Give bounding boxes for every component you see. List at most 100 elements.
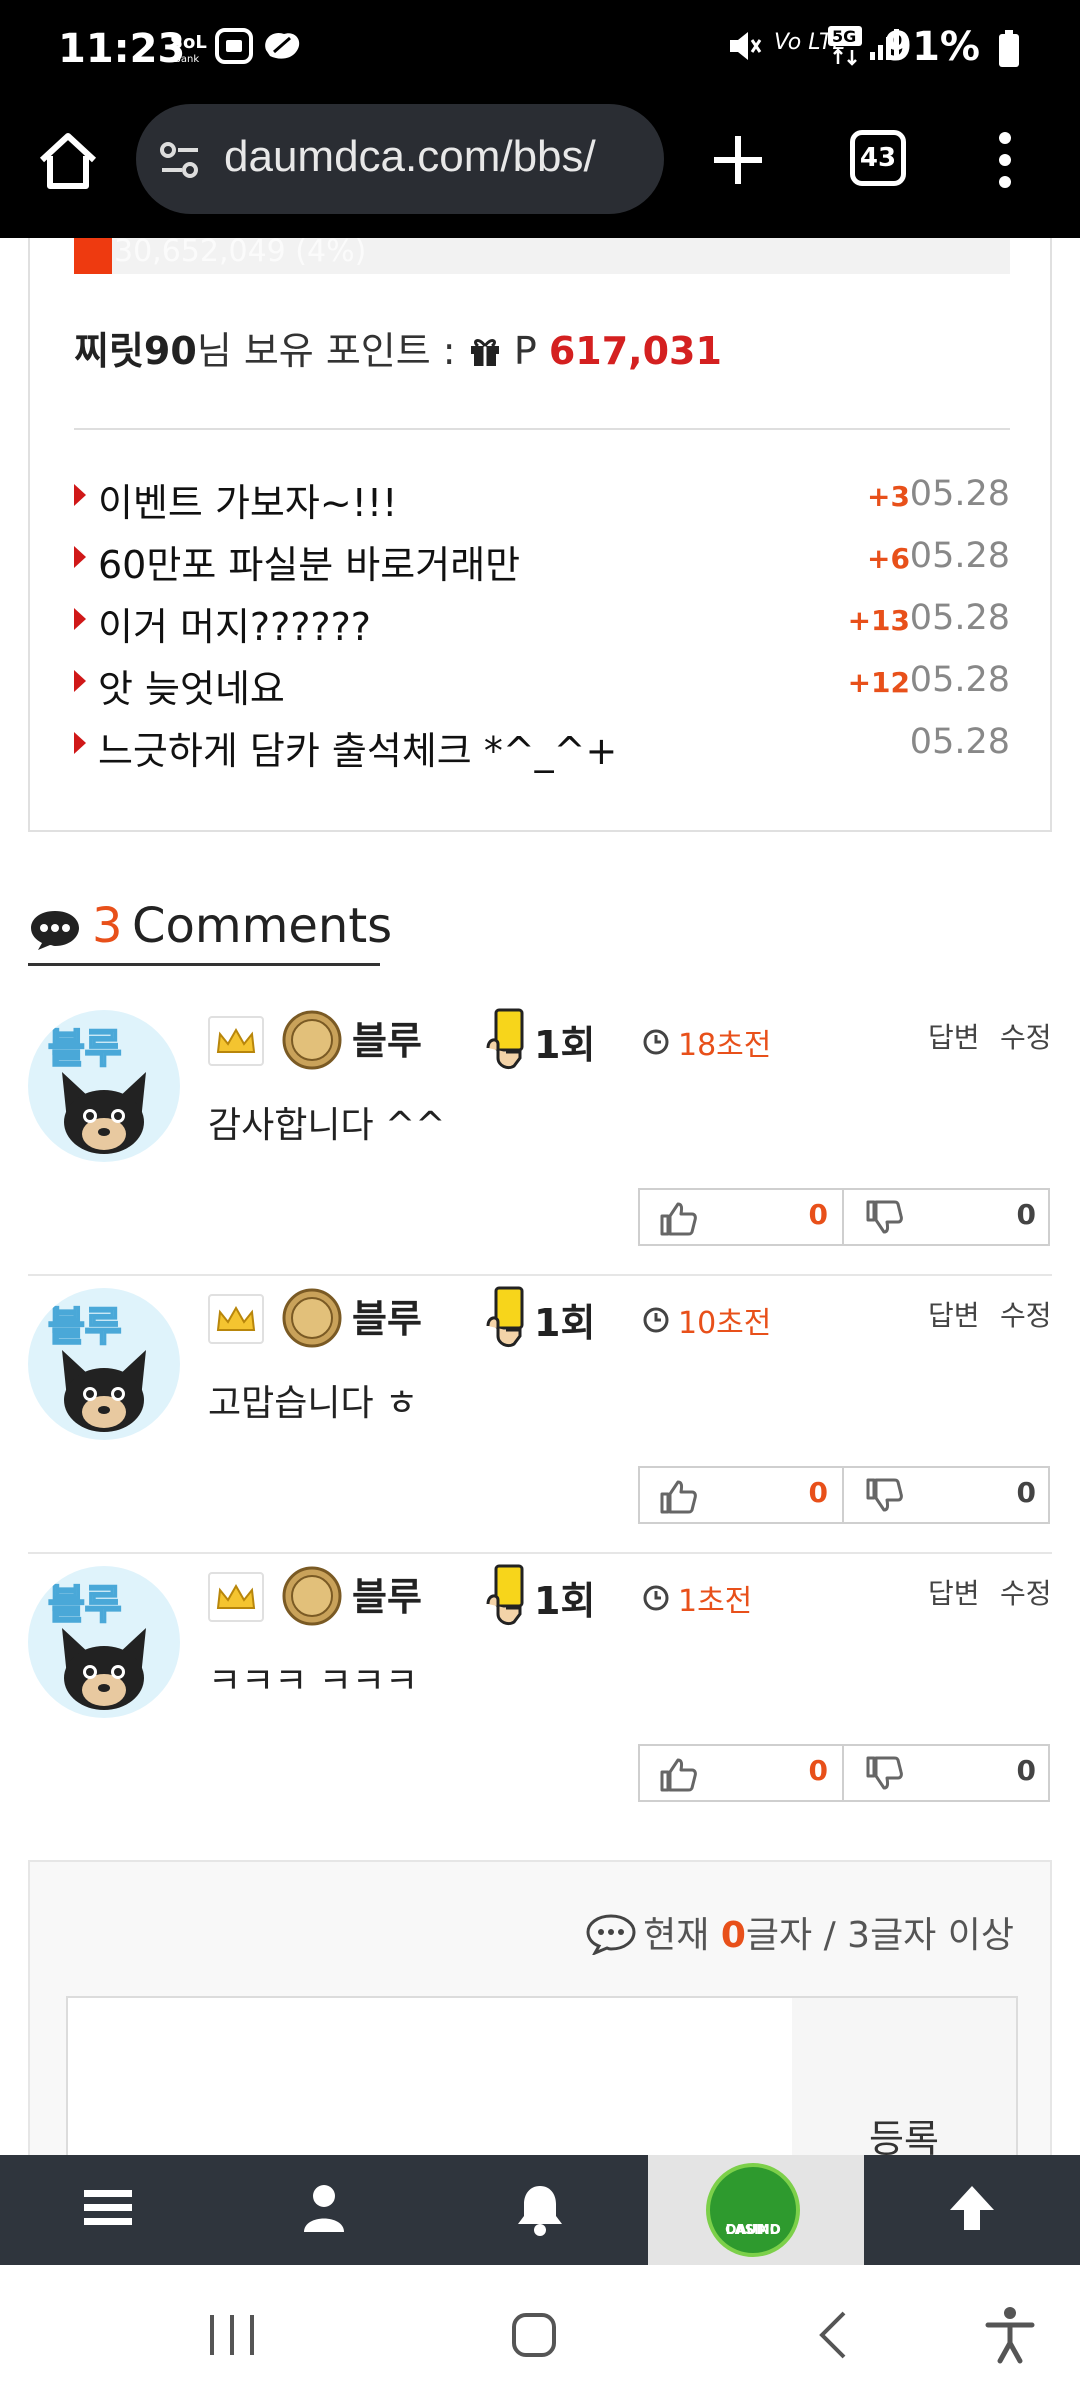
thumbs-down-icon	[866, 1200, 903, 1234]
bell-icon	[518, 2186, 562, 2236]
logo-text: DAUMD CASINO	[710, 2195, 796, 2238]
level-progress-fill	[74, 238, 112, 274]
clock-icon	[643, 1307, 669, 1333]
profile-button[interactable]	[216, 2155, 432, 2265]
speech-bubble-icon	[585, 1913, 637, 1964]
upvote-button[interactable]: 0	[640, 1190, 844, 1244]
system-navigation-bar	[0, 2265, 1080, 2400]
comment-time: 10초전	[678, 1306, 772, 1341]
recent-post-item[interactable]: 이벤트 가보자~!!! +3 05.28	[74, 468, 1010, 527]
char-counter: 현재 0글자 / 3글자 이상	[585, 1906, 1014, 1964]
vote-box: 0 0	[638, 1466, 1050, 1524]
edit-link[interactable]: 수정	[1000, 1572, 1052, 1612]
avatar[interactable]: 블루	[28, 1288, 180, 1440]
recent-post-item[interactable]: 60만포 파실분 바로거래만 +6 05.28	[74, 530, 1010, 589]
recent-post-date: 05.28	[909, 660, 1010, 700]
downvote-button[interactable]: 0	[846, 1468, 1050, 1522]
more-menu-button[interactable]	[990, 126, 1020, 196]
thumbs-up-icon	[660, 1202, 697, 1236]
clock-icon	[643, 1029, 669, 1055]
comment-username[interactable]: 블루	[352, 1566, 422, 1621]
reply-link[interactable]: 답변	[928, 1294, 980, 1334]
yellow-card-icon	[486, 1286, 524, 1348]
avatar[interactable]: 블루	[28, 1566, 180, 1718]
points-username: 찌릿90	[74, 329, 197, 373]
gift-icon	[468, 333, 502, 377]
comment-textarea[interactable]	[66, 1996, 794, 2155]
reply-link[interactable]: 답변	[928, 1572, 980, 1612]
chat-app-icon	[260, 26, 304, 72]
tab-switcher-button[interactable]: 43	[850, 130, 906, 186]
comment-time: 1초전	[678, 1584, 753, 1619]
home-square-icon	[512, 2313, 556, 2357]
svg-text:블루: 블루	[48, 1582, 122, 1628]
comment-username[interactable]: 블루	[352, 1288, 422, 1343]
dot-icon	[999, 154, 1011, 166]
points-suffix: 님 보유 포인트 :	[196, 329, 456, 373]
crown-icon	[216, 1027, 256, 1053]
warning-count: 1회	[534, 1023, 596, 1067]
recent-apps-button[interactable]	[192, 2295, 272, 2375]
recent-post-comment-count: +13	[847, 604, 910, 637]
site-settings-icon[interactable]	[158, 138, 202, 182]
system-back-button[interactable]	[796, 2295, 876, 2375]
comment-body: ㅋㅋㅋ ㅋㅋㅋ	[208, 1661, 419, 1702]
accessibility-button[interactable]	[970, 2295, 1050, 2375]
recent-post-title[interactable]: 이벤트 가보자~!!!	[98, 472, 397, 527]
upvote-button[interactable]: 0	[640, 1468, 844, 1522]
yellow-card-icon	[486, 1008, 524, 1070]
recent-post-title[interactable]: 앗 늦엇네요	[98, 658, 285, 713]
level-progress-text: 30,652,049 (4%)	[114, 238, 367, 269]
hamburger-icon	[84, 2190, 132, 2225]
notifications-button[interactable]	[432, 2155, 648, 2265]
comment-body: 고맙습니다 ㅎ	[208, 1383, 419, 1424]
casino-logo-button[interactable]: DAUMD CASINO	[648, 2155, 864, 2265]
level-badge	[208, 1294, 264, 1344]
recent-post-item[interactable]: 느긋하게 담카 출석체크 *^_^+ 05.28	[74, 716, 1010, 775]
recent-post-title[interactable]: 60만포 파실분 바로거래만	[98, 534, 520, 589]
new-tab-button[interactable]	[700, 122, 776, 198]
downvote-count: 0	[1016, 1754, 1036, 1787]
warning-count: 1회	[534, 1301, 596, 1345]
comment-write-box: 현재 0글자 / 3글자 이상 등록	[28, 1860, 1052, 2155]
bullet-triangle-icon	[74, 484, 86, 506]
system-home-button[interactable]	[494, 2295, 574, 2375]
reply-link[interactable]: 답변	[928, 1016, 980, 1056]
submit-comment-button[interactable]: 등록	[792, 1996, 1018, 2155]
recent-post-comment-count: +12	[847, 666, 910, 699]
downvote-button[interactable]: 0	[846, 1746, 1050, 1800]
scroll-top-button[interactable]	[864, 2155, 1080, 2265]
battery-icon	[998, 30, 1020, 74]
home-icon	[39, 133, 97, 189]
upvote-count: 0	[808, 1476, 828, 1509]
avatar[interactable]: 블루	[28, 1010, 180, 1162]
comment-username[interactable]: 블루	[352, 1010, 422, 1065]
page-content: 30,652,049 (4%) 찌릿90님 보유 포인트 : P 617,031…	[0, 238, 1080, 2155]
dot-icon	[999, 132, 1011, 144]
recent-post-title[interactable]: 느긋하게 담카 출석체크 *^_^+	[98, 720, 617, 775]
recent-post-item[interactable]: 앗 늦엇네요 +12 05.28	[74, 654, 1010, 713]
dot-icon	[999, 176, 1011, 188]
bullet-triangle-icon	[74, 546, 86, 568]
recent-post-comment-count: +3	[867, 480, 910, 513]
upvote-button[interactable]: 0	[640, 1746, 844, 1800]
edit-link[interactable]: 수정	[1000, 1294, 1052, 1334]
browser-toolbar: daumdca.com/bbs/ 43	[0, 100, 1080, 238]
menu-button[interactable]	[0, 2155, 216, 2265]
edit-link[interactable]: 수정	[1000, 1016, 1052, 1056]
level-badge	[208, 1016, 264, 1066]
address-bar[interactable]: daumdca.com/bbs/	[136, 104, 664, 214]
network-5g-icon: 5G	[826, 24, 864, 74]
recent-post-title[interactable]: 이거 머지??????	[98, 596, 371, 651]
comments-label: Comments	[132, 898, 393, 954]
divider	[74, 428, 1010, 430]
recent-post-item[interactable]: 이거 머지?????? +13 05.28	[74, 592, 1010, 651]
logo-line-2: CASINO	[725, 2223, 781, 2238]
home-button[interactable]	[30, 124, 106, 200]
accessibility-icon	[985, 2307, 1035, 2364]
back-chevron-icon	[819, 2311, 846, 2359]
downvote-button[interactable]: 0	[846, 1190, 1050, 1244]
site-bottom-nav: DAUMD CASINO	[0, 2155, 1080, 2265]
char-counter-prefix: 현재	[643, 1915, 710, 1956]
comments-count: 3	[92, 898, 123, 954]
